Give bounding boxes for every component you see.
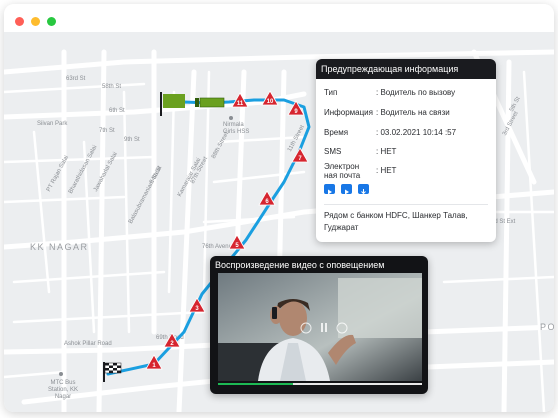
app-window: 63rd St 58th St 6th St 7th St 9th St Sii… [4, 4, 554, 412]
info-label-type: Тип [324, 88, 338, 97]
info-value-info: : Водитель на связи [376, 108, 450, 117]
info-label-time: Время [324, 128, 349, 137]
route-marker[interactable]: 3 [188, 297, 206, 313]
route-marker[interactable]: 1 [145, 354, 163, 370]
info-value-email: : НЕТ [376, 166, 397, 175]
info-value-sms: : НЕТ [376, 147, 397, 156]
video-progress-fill [218, 383, 294, 385]
video-title: Воспроизведение видео с оповещением [215, 260, 385, 270]
info-label-info: Информация [324, 108, 373, 117]
video-progress-bar[interactable] [218, 383, 422, 385]
alert-info-panel: Предупреждающая информация Тип : Водител… [316, 59, 496, 242]
route-marker-label: 10 [267, 99, 274, 105]
route-marker[interactable]: 10 [261, 90, 279, 106]
divider [324, 204, 488, 205]
alert-video-player: Воспроизведение видео с оповещением [210, 256, 428, 394]
route-marker[interactable]: 11 [231, 92, 249, 108]
info-label-sms: SMS [324, 147, 342, 156]
route-marker[interactable]: 5 [228, 234, 246, 250]
route-marker[interactable]: 9 [287, 100, 305, 116]
video-frame[interactable] [218, 273, 422, 381]
alert-info-title: Предупреждающая информация [316, 59, 496, 79]
close-window-button[interactable] [15, 17, 24, 26]
info-value-type: : Водитель по вызову [376, 88, 456, 97]
video-play-icon[interactable] [324, 184, 335, 195]
video-still [218, 273, 422, 381]
minimize-window-button[interactable] [31, 17, 40, 26]
info-value-time: : 03.02.2021 10:14 :57 [376, 128, 457, 137]
title-bar [4, 4, 554, 32]
route-marker[interactable]: 6 [258, 190, 276, 206]
download-icon[interactable] [358, 184, 369, 196]
route-marker-label: 11 [237, 101, 244, 107]
alert-address: Рядом с банком HDFC, Шанкер Талав, Гуджа… [324, 211, 468, 232]
maximize-window-button[interactable] [47, 17, 56, 26]
route-marker[interactable]: 7 [291, 147, 309, 163]
video-play-icon[interactable] [341, 184, 352, 195]
route-marker[interactable]: 2 [163, 332, 181, 348]
info-label-email: Электрон ная почта [324, 162, 361, 180]
